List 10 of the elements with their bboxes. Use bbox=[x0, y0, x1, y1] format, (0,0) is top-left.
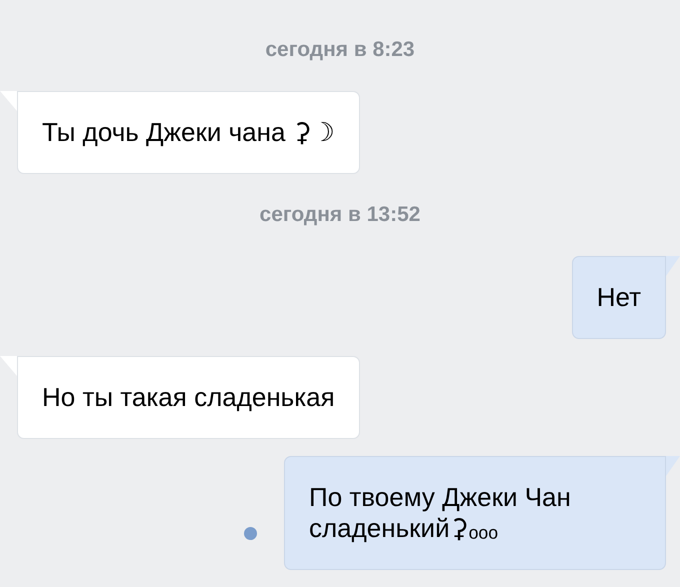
date-label: сегодня в 8:23 bbox=[265, 37, 415, 63]
bubble-tail bbox=[666, 456, 680, 476]
message-bubble: Нет bbox=[572, 256, 666, 339]
date-label: сегодня в 13:52 bbox=[260, 202, 420, 228]
bubble-tail bbox=[0, 356, 17, 376]
bubble-tail bbox=[0, 91, 17, 111]
message-bubble: Но ты такая сладенькая bbox=[17, 356, 360, 439]
bubble-tail bbox=[666, 256, 680, 276]
message-bubble: Ты дочь Джеки чана ⚳☽ bbox=[17, 91, 360, 174]
message-bubble: По твоему Джеки Чан сладенький⚳ₒₒₒ bbox=[284, 456, 666, 570]
